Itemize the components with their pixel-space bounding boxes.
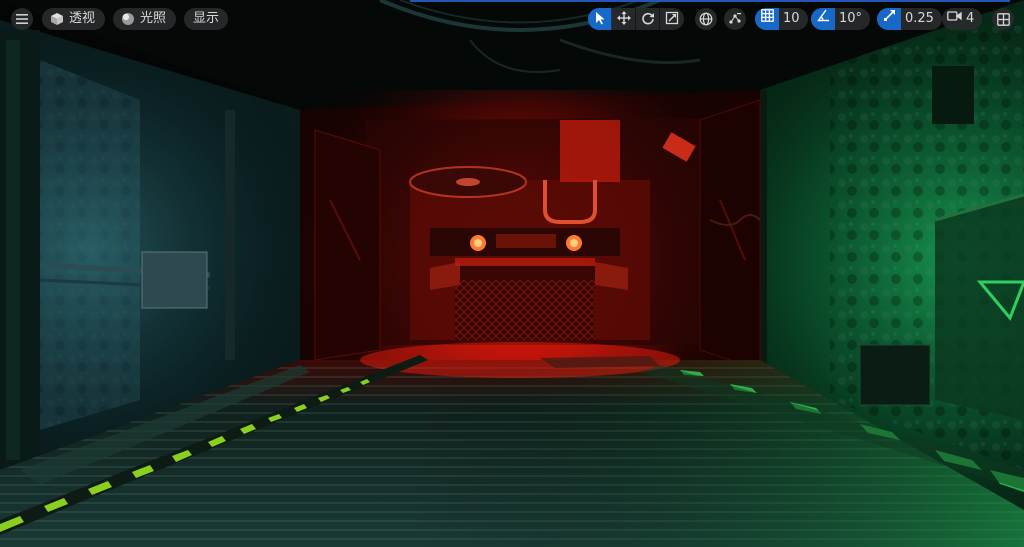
viewport-menu-button[interactable]: [11, 8, 33, 30]
viewport-layout-button[interactable]: [992, 8, 1014, 30]
scale-snap-icon: [883, 8, 896, 30]
move-arrows-icon: [616, 10, 631, 29]
grid-snap-toggle[interactable]: [755, 8, 779, 30]
show-menu-label: 显示: [193, 11, 220, 26]
level-viewport[interactable]: 透视 光照 显示 10 10° 0.25 4: [0, 0, 1024, 547]
camera-icon: [946, 8, 962, 30]
surface-snap-icon: [728, 12, 742, 26]
cube-icon: [50, 12, 64, 26]
lit-sphere-icon: [121, 12, 135, 26]
grid-icon: [760, 8, 774, 30]
show-menu-button[interactable]: 显示: [184, 8, 229, 30]
cursor-icon: [594, 10, 606, 29]
lighting-mode-button[interactable]: 光照: [113, 8, 177, 30]
view-mode-label: 透视: [69, 11, 96, 26]
rotation-snap-toggle[interactable]: [811, 8, 835, 30]
move-tool-button[interactable]: [612, 8, 636, 30]
globe-icon: [699, 12, 713, 26]
camera-speed-toggle[interactable]: [942, 8, 966, 30]
coordinate-space-button[interactable]: [695, 8, 717, 30]
hamburger-menu-icon: [16, 14, 28, 24]
rotate-icon: [641, 10, 655, 29]
scale-snap-control[interactable]: 0.25: [877, 8, 942, 30]
viewport-layout-icon: [996, 12, 1010, 26]
grid-snap-value[interactable]: 10: [779, 8, 808, 30]
angle-icon: [816, 8, 830, 30]
select-tool-button[interactable]: [588, 8, 612, 30]
grid-snap-control[interactable]: 10: [755, 8, 808, 30]
lighting-mode-label: 光照: [140, 11, 167, 26]
scale-snap-value[interactable]: 0.25: [901, 8, 942, 30]
scale-icon: [665, 10, 679, 29]
rotation-snap-control[interactable]: 10°: [811, 8, 871, 30]
surface-snap-button[interactable]: [724, 8, 746, 30]
scale-snap-toggle[interactable]: [877, 8, 901, 30]
rotation-snap-value[interactable]: 10°: [835, 8, 870, 30]
view-mode-button[interactable]: 透视: [42, 8, 106, 30]
transform-tools-group: [588, 8, 684, 30]
viewport-focus-line: [410, 0, 1010, 2]
scene-render[interactable]: [0, 0, 1024, 547]
camera-speed-control[interactable]: 4: [942, 8, 983, 30]
rotate-tool-button[interactable]: [636, 8, 660, 30]
scale-tool-button[interactable]: [660, 8, 684, 30]
